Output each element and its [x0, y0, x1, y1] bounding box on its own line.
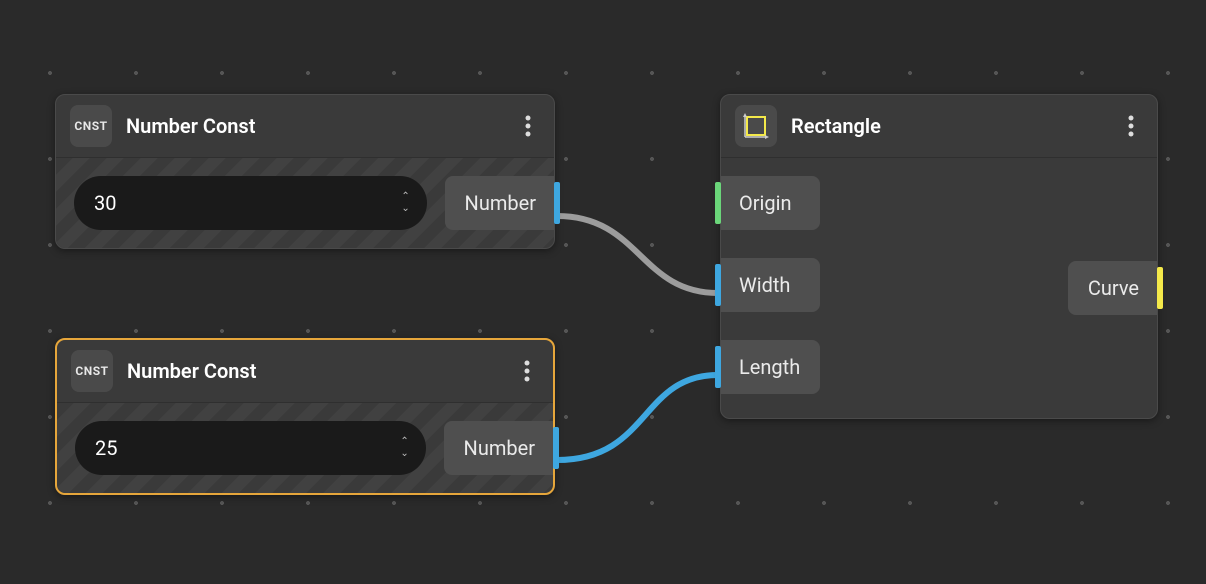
output-port-label: Number: [464, 436, 535, 460]
input-port-label: Origin: [739, 191, 792, 215]
node-menu-button[interactable]: [516, 114, 540, 138]
output-port-number[interactable]: Number: [444, 421, 553, 475]
number-value: 25: [95, 436, 117, 460]
node-title: Number Const: [126, 114, 502, 138]
number-stepper[interactable]: ⌃ ⌄: [399, 192, 413, 214]
node-header[interactable]: CNST Number Const: [56, 95, 554, 158]
stepper-up-icon[interactable]: ⌃: [398, 437, 412, 447]
output-port-label: Number: [465, 191, 536, 215]
node-canvas[interactable]: CNST Number Const 30 ⌃ ⌄ Number: [0, 0, 1206, 584]
port-strip-icon[interactable]: [554, 182, 560, 224]
port-strip-icon[interactable]: [1157, 267, 1163, 309]
port-strip-icon[interactable]: [715, 346, 721, 388]
port-strip-icon[interactable]: [715, 182, 721, 224]
output-port-curve[interactable]: Curve: [1068, 261, 1157, 315]
stepper-down-icon[interactable]: ⌄: [399, 204, 413, 214]
node-title: Number Const: [127, 359, 501, 383]
node-header[interactable]: Rectangle: [721, 95, 1157, 158]
node-number-const-1[interactable]: CNST Number Const 30 ⌃ ⌄ Number: [55, 94, 555, 249]
rectangle-icon: [735, 105, 777, 147]
port-strip-icon[interactable]: [715, 264, 721, 306]
cnst-badge-icon: CNST: [70, 105, 112, 147]
input-port-width[interactable]: Width: [721, 258, 820, 312]
port-strip-icon[interactable]: [553, 427, 559, 469]
output-port-label: Curve: [1088, 276, 1139, 300]
input-port-label: Length: [739, 355, 800, 379]
node-header[interactable]: CNST Number Const: [57, 340, 553, 403]
node-menu-button[interactable]: [515, 359, 539, 383]
node-body: 25 ⌃ ⌄ Number: [57, 403, 553, 493]
number-value-input[interactable]: 25 ⌃ ⌄: [75, 421, 426, 475]
input-port-label: Width: [739, 273, 790, 297]
number-value-input[interactable]: 30 ⌃ ⌄: [74, 176, 427, 230]
input-port-origin[interactable]: Origin: [721, 176, 820, 230]
input-port-length[interactable]: Length: [721, 340, 820, 394]
cnst-badge-icon: CNST: [71, 350, 113, 392]
node-number-const-2[interactable]: CNST Number Const 25 ⌃ ⌄ Number: [55, 338, 555, 495]
node-body: 30 ⌃ ⌄ Number: [56, 158, 554, 248]
node-title: Rectangle: [791, 114, 1105, 138]
node-body: Origin Width Length Curve: [721, 158, 1157, 418]
number-value: 30: [94, 191, 116, 215]
node-menu-button[interactable]: [1119, 114, 1143, 138]
stepper-down-icon[interactable]: ⌄: [398, 449, 412, 459]
stepper-up-icon[interactable]: ⌃: [399, 192, 413, 202]
number-stepper[interactable]: ⌃ ⌄: [398, 437, 412, 459]
node-rectangle[interactable]: Rectangle Origin Width Length: [720, 94, 1158, 419]
output-port-number[interactable]: Number: [445, 176, 554, 230]
